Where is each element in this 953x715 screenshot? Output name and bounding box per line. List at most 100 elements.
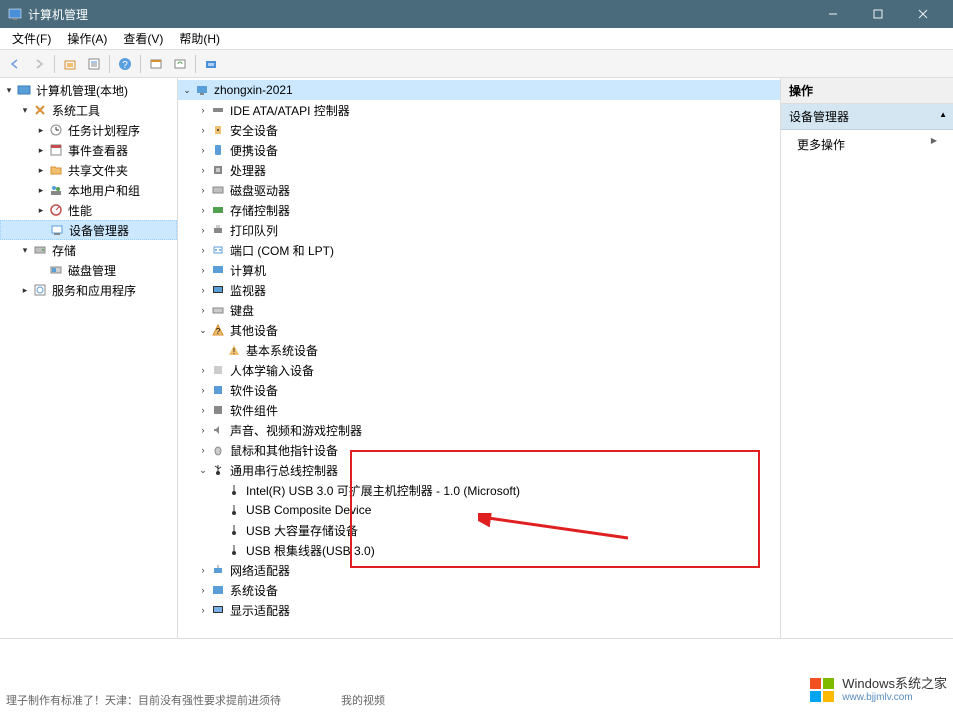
chevron-right-icon[interactable]: ›: [196, 143, 210, 157]
device-print-q[interactable]: ›打印队列: [178, 220, 780, 240]
tree-event-viewer[interactable]: ▸ 事件查看器: [0, 140, 177, 160]
device-computers[interactable]: ›计算机: [178, 260, 780, 280]
chevron-right-icon[interactable]: ›: [196, 603, 210, 617]
chevron-down-icon[interactable]: ▾: [18, 103, 32, 117]
chevron-down-icon[interactable]: ⌄: [196, 463, 210, 477]
tree-local-users[interactable]: ▸ 本地用户和组: [0, 180, 177, 200]
chevron-right-icon[interactable]: ▸: [34, 143, 48, 157]
chevron-down-icon[interactable]: ⌄: [180, 83, 194, 97]
device-monitors[interactable]: › 监视器: [178, 280, 780, 300]
device-label: USB 根集线器(USB 3.0): [246, 542, 375, 559]
device-sound[interactable]: ›声音、视频和游戏控制器: [178, 420, 780, 440]
tree-label: 系统工具: [52, 102, 100, 119]
tree-shared-folders[interactable]: ▸ 共享文件夹: [0, 160, 177, 180]
refresh-button[interactable]: [169, 53, 191, 75]
device-root[interactable]: ⌄ zhongxin-2021: [178, 80, 780, 100]
device-network[interactable]: ›网络适配器: [178, 560, 780, 580]
tree-storage[interactable]: ▾ 存储: [0, 240, 177, 260]
chevron-right-icon[interactable]: ›: [196, 583, 210, 597]
chevron-right-icon[interactable]: ▸: [34, 183, 48, 197]
tree-system-tools[interactable]: ▾ 系统工具: [0, 100, 177, 120]
disk-drive-icon: [210, 182, 226, 198]
device-ide[interactable]: ›IDE ATA/ATAPI 控制器: [178, 100, 780, 120]
properties-button[interactable]: [83, 53, 105, 75]
device-processor[interactable]: ›处理器: [178, 160, 780, 180]
windows-logo-icon: [808, 676, 836, 704]
device-hid[interactable]: › 人体学输入设备: [178, 360, 780, 380]
device-sw-components[interactable]: ›软件组件: [178, 400, 780, 420]
chevron-right-icon[interactable]: ›: [196, 363, 210, 377]
device-usb-intel[interactable]: ›Intel(R) USB 3.0 可扩展主机控制器 - 1.0 (Micros…: [178, 480, 780, 500]
chevron-right-icon[interactable]: ›: [196, 383, 210, 397]
chevron-right-icon[interactable]: ›: [196, 103, 210, 117]
chevron-down-icon[interactable]: ⌄: [196, 323, 210, 337]
minimize-button[interactable]: [810, 0, 855, 28]
scan-button[interactable]: [200, 53, 222, 75]
menu-action[interactable]: 操作(A): [59, 28, 115, 49]
chevron-right-icon[interactable]: ›: [196, 243, 210, 257]
chevron-right-icon[interactable]: ›: [196, 563, 210, 577]
chevron-right-icon[interactable]: ▸: [34, 123, 48, 137]
chevron-right-icon[interactable]: ›: [196, 403, 210, 417]
view-button[interactable]: [145, 53, 167, 75]
collapse-icon[interactable]: ▲: [939, 110, 947, 119]
tree-device-manager[interactable]: ▸ 设备管理器: [0, 220, 177, 240]
chevron-right-icon[interactable]: ›: [196, 263, 210, 277]
ide-icon: [210, 102, 226, 118]
toolbar: ?: [0, 50, 953, 78]
separator: [109, 55, 110, 73]
device-system-dev[interactable]: ›系统设备: [178, 580, 780, 600]
device-usb-root-hub[interactable]: ›USB 根集线器(USB 3.0): [178, 540, 780, 560]
device-display[interactable]: ›显示适配器: [178, 600, 780, 620]
up-button[interactable]: [59, 53, 81, 75]
device-portable[interactable]: ›便携设备: [178, 140, 780, 160]
device-usb-ctrl[interactable]: ⌄通用串行总线控制器: [178, 460, 780, 480]
chevron-right-icon[interactable]: ›: [196, 183, 210, 197]
device-label: 监视器: [230, 282, 266, 299]
chevron-right-icon[interactable]: ›: [196, 203, 210, 217]
device-sw-devices[interactable]: ›软件设备: [178, 380, 780, 400]
forward-button[interactable]: [28, 53, 50, 75]
chevron-right-icon[interactable]: ›: [196, 283, 210, 297]
chevron-down-icon[interactable]: ▾: [18, 243, 32, 257]
device-ports[interactable]: ›端口 (COM 和 LPT): [178, 240, 780, 260]
event-icon: [48, 142, 64, 158]
tree-services-apps[interactable]: ▸ 服务和应用程序: [0, 280, 177, 300]
close-button[interactable]: [900, 0, 945, 28]
device-disk-drives[interactable]: ›磁盘驱动器: [178, 180, 780, 200]
menu-view[interactable]: 查看(V): [115, 28, 171, 49]
maximize-button[interactable]: [855, 0, 900, 28]
device-usb-mass-storage[interactable]: ›USB 大容量存储设备: [178, 520, 780, 540]
chevron-down-icon[interactable]: ▾: [2, 83, 16, 97]
menu-help[interactable]: 帮助(H): [171, 28, 228, 49]
menubar: 文件(F) 操作(A) 查看(V) 帮助(H): [0, 28, 953, 50]
chevron-right-icon[interactable]: ›: [196, 423, 210, 437]
chevron-right-icon[interactable]: ▸: [34, 163, 48, 177]
app-icon: [8, 7, 22, 21]
device-other[interactable]: ⌄?其他设备: [178, 320, 780, 340]
monitor-icon: [210, 282, 226, 298]
chevron-right-icon[interactable]: ›: [196, 303, 210, 317]
more-actions[interactable]: 更多操作 ▶: [781, 130, 953, 159]
device-keyboards[interactable]: ›键盘: [178, 300, 780, 320]
device-base-sys[interactable]: ›!基本系统设备: [178, 340, 780, 360]
help-button[interactable]: ?: [114, 53, 136, 75]
back-button[interactable]: [4, 53, 26, 75]
chevron-right-icon[interactable]: ›: [196, 443, 210, 457]
chevron-right-icon[interactable]: ▸: [18, 283, 32, 297]
separator: [140, 55, 141, 73]
device-storage-ctrl[interactable]: ›存储控制器: [178, 200, 780, 220]
tree-root[interactable]: ▾ 计算机管理(本地): [0, 80, 177, 100]
chevron-right-icon[interactable]: ▸: [34, 203, 48, 217]
chevron-right-icon[interactable]: ›: [196, 163, 210, 177]
tree-disk-mgmt[interactable]: ▸ 磁盘管理: [0, 260, 177, 280]
device-usb-composite[interactable]: ›USB Composite Device: [178, 500, 780, 520]
device-mice[interactable]: ›鼠标和其他指针设备: [178, 440, 780, 460]
tree-performance[interactable]: ▸ 性能: [0, 200, 177, 220]
menu-file[interactable]: 文件(F): [4, 28, 59, 49]
chevron-right-icon[interactable]: ›: [196, 123, 210, 137]
tree-task-scheduler[interactable]: ▸ 任务计划程序: [0, 120, 177, 140]
device-label: 人体学输入设备: [230, 362, 314, 379]
device-security[interactable]: ›安全设备: [178, 120, 780, 140]
chevron-right-icon[interactable]: ›: [196, 223, 210, 237]
